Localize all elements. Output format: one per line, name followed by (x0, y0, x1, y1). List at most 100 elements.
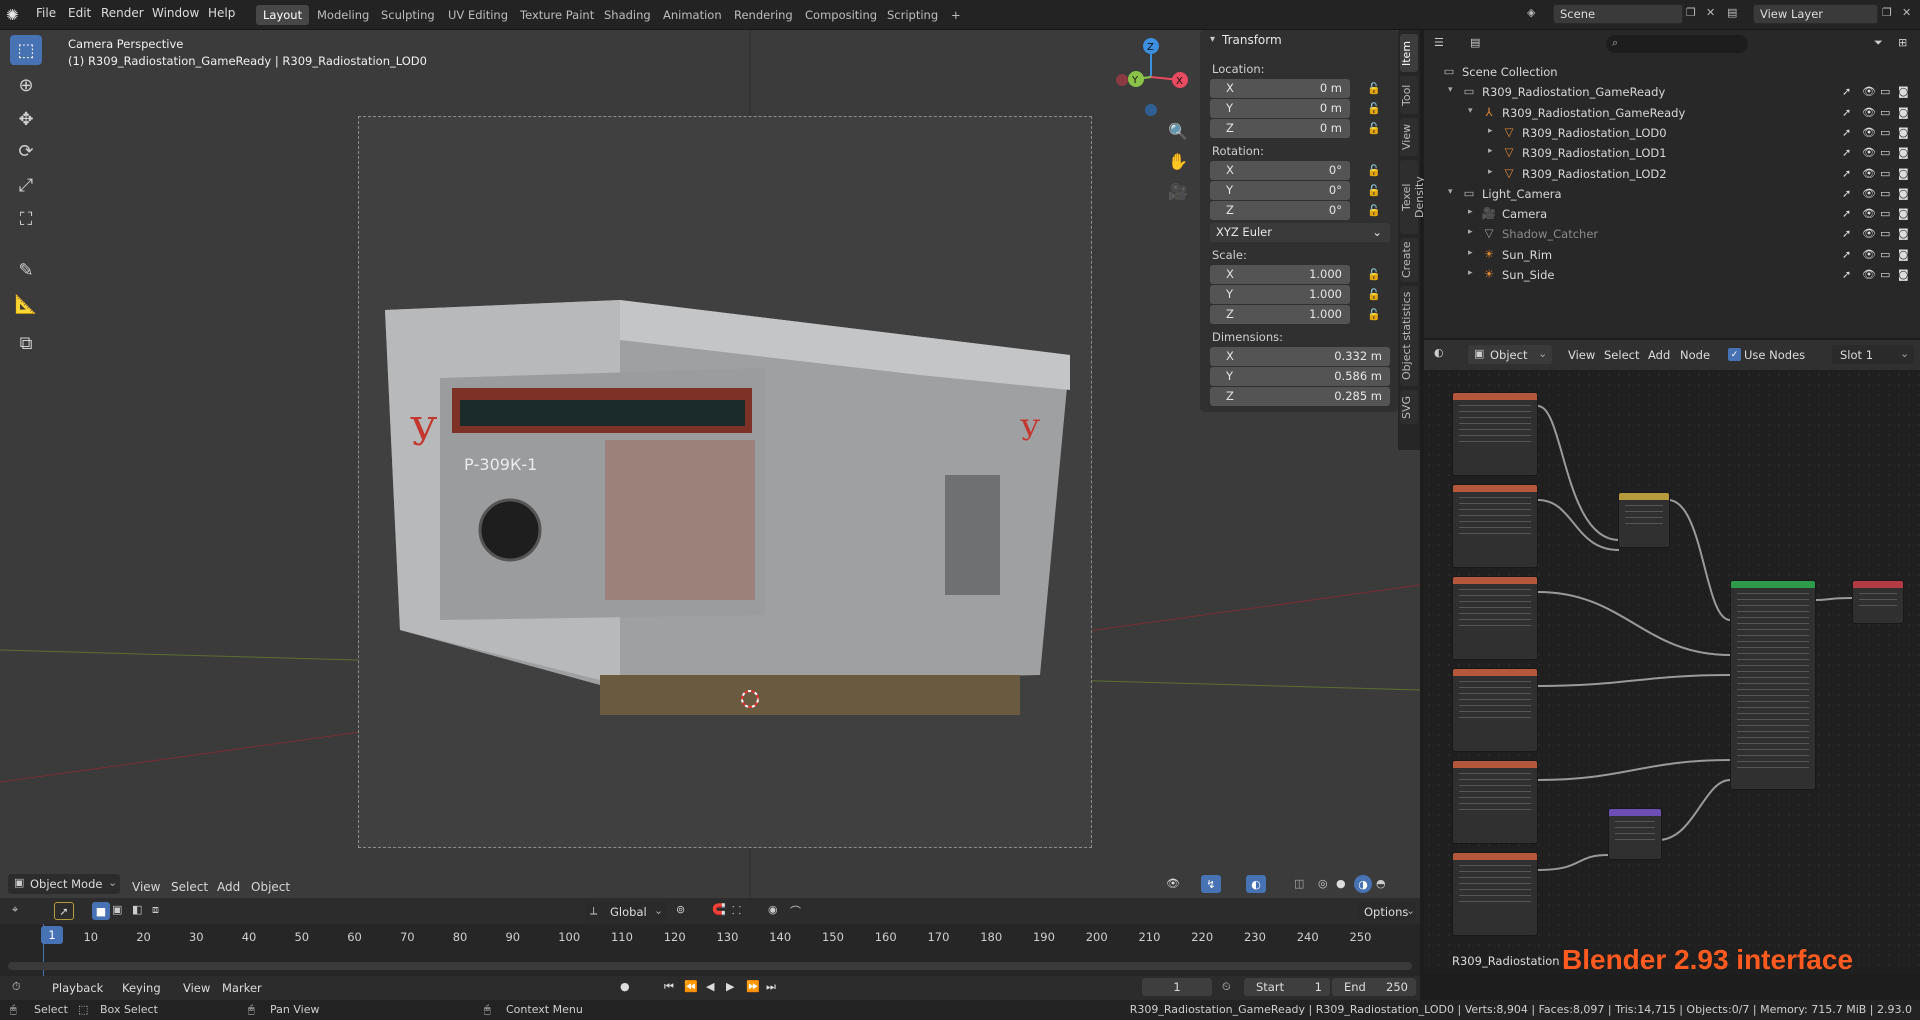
disclosure-icon[interactable]: ▾ (1448, 187, 1453, 197)
eye-icon[interactable]: 👁 (1862, 227, 1876, 240)
annotate-tool-icon[interactable]: ✎ (10, 255, 42, 285)
tab-tool[interactable]: Tool (1400, 76, 1418, 114)
select-arrow-icon[interactable]: ➚ (1842, 167, 1851, 180)
transform-tool-icon[interactable]: ⛶ (10, 204, 42, 234)
camera-view-icon[interactable]: 🎥 (1165, 178, 1191, 204)
scene-icon[interactable]: ◈ (1527, 6, 1535, 19)
disclosure-icon[interactable]: ▸ (1488, 126, 1493, 136)
lock-icon[interactable]: 🔓 (1367, 288, 1381, 301)
camera-render-icon[interactable]: ◙ (1898, 248, 1909, 261)
proportional-edit-icon[interactable]: ◉ (768, 903, 778, 916)
rotation-y-field[interactable]: Y 0° (1210, 181, 1350, 200)
outliner-row[interactable]: ▾ ▭ R309_Radiostation_GameReady ➚ 👁 ▭ ◙ (1424, 82, 1920, 102)
gizmo-toggle-icon[interactable]: ↯ (1201, 875, 1221, 893)
tab-object-statistics[interactable]: Object statistics (1400, 286, 1418, 386)
eye-icon[interactable]: 👁 (1862, 146, 1876, 159)
prev-keyframe-icon[interactable]: ⏪ (684, 980, 698, 993)
outliner-row[interactable]: ▸ ▽ R309_Radiostation_LOD2 ➚ 👁 ▭ ◙ (1424, 164, 1920, 184)
disclosure-icon[interactable]: ▸ (1468, 207, 1473, 217)
close-icon[interactable]: ✕ (1706, 6, 1715, 19)
lock-icon[interactable]: 🔓 (1367, 122, 1381, 135)
transform-orientation-dropdown[interactable]: ⟂ Global ⌄ (586, 902, 666, 921)
mode-dropdown[interactable]: ▣ Object Mode ⌄ (8, 874, 120, 894)
material-shading-icon[interactable]: ◑ (1354, 875, 1372, 893)
rendered-shading-icon[interactable]: ◓ (1376, 877, 1386, 890)
select-arrow-icon[interactable]: ➚ (1842, 85, 1851, 98)
navigation-gizmo[interactable]: Z X Y (1108, 34, 1194, 120)
pan-hand-icon[interactable]: ✋ (1165, 148, 1191, 174)
tab-animation[interactable]: Animation (656, 5, 729, 25)
radiostation-model[interactable]: У У Р-309К-1 (380, 280, 1080, 740)
mix-rgb-node[interactable] (1618, 492, 1670, 548)
monitor-icon[interactable]: ▭ (1880, 146, 1890, 159)
disclosure-icon[interactable]: ▸ (1468, 268, 1473, 278)
rotate-tool-icon[interactable]: ⟳ (10, 136, 42, 166)
add-workspace-button[interactable]: + (944, 5, 968, 25)
dimensions-y-field[interactable]: Y 0.586 m (1210, 367, 1390, 386)
tab-layout[interactable]: Layout (256, 5, 310, 25)
scale-y-field[interactable]: Y 1.000 (1210, 285, 1350, 304)
menu-object[interactable]: Object (251, 880, 290, 894)
mode-new-icon[interactable]: ■ (92, 902, 110, 920)
shader-menu-select[interactable]: Select (1604, 348, 1639, 362)
tab-item[interactable]: Item (1400, 34, 1418, 72)
copy-icon[interactable]: ❐ (1686, 6, 1696, 19)
mode-intersect-icon[interactable]: ⧈ (152, 903, 159, 917)
monitor-icon[interactable]: ▭ (1880, 167, 1890, 180)
end-frame-field[interactable]: End 250 (1332, 978, 1416, 996)
clock-icon[interactable]: ⏲ (1222, 980, 1231, 994)
principled-bsdf-node[interactable] (1730, 580, 1816, 790)
cursor-tool-icon[interactable]: ⊕ (10, 70, 42, 100)
dimensions-z-field[interactable]: Z 0.285 m (1210, 387, 1390, 406)
copy-icon[interactable]: ❐ (1882, 6, 1892, 19)
monitor-icon[interactable]: ▭ (1880, 207, 1890, 220)
eye-icon[interactable]: 👁 (1862, 248, 1876, 261)
lock-icon[interactable]: 🔓 (1367, 268, 1381, 281)
next-keyframe-icon[interactable]: ⏩ (746, 980, 760, 993)
tab-view[interactable]: View (1400, 118, 1418, 156)
tab-uv-editing[interactable]: UV Editing (441, 5, 515, 25)
outliner-row[interactable]: ▸ ▽ R309_Radiostation_LOD0 ➚ 👁 ▭ ◙ (1424, 123, 1920, 143)
tab-texel-density[interactable]: Texel Density (1400, 160, 1426, 234)
image-texture-node[interactable] (1452, 392, 1538, 476)
scale-tool-icon[interactable]: ⤢ (10, 170, 42, 200)
image-texture-node[interactable] (1452, 576, 1538, 660)
tab-compositing[interactable]: Compositing (798, 5, 884, 25)
image-texture-node[interactable] (1452, 852, 1538, 936)
shader-menu-add[interactable]: Add (1648, 348, 1670, 362)
camera-render-icon[interactable]: ◙ (1898, 106, 1909, 119)
tab-modeling[interactable]: Modeling (310, 5, 376, 25)
disclosure-icon[interactable]: ▾ (1448, 85, 1453, 95)
display-mode-icon[interactable]: ▤ (1470, 36, 1480, 49)
options-dropdown[interactable]: Options ⌄ (1358, 902, 1416, 921)
lock-icon[interactable]: 🔓 (1367, 308, 1381, 321)
record-icon[interactable]: ● (620, 980, 630, 993)
image-texture-node[interactable] (1452, 668, 1538, 752)
tab-scripting[interactable]: Scripting (880, 5, 945, 25)
shader-editor[interactable]: R309_Radiostation Blender 2.93 interface (1424, 340, 1920, 975)
rotation-z-field[interactable]: Z 0° (1210, 201, 1350, 220)
slot-dropdown[interactable]: Slot 1 ⌄ (1832, 345, 1914, 364)
shader-editor-icon[interactable]: ◐ (1434, 346, 1444, 359)
outliner-row[interactable]: ▸ ▽ Shadow_Catcher ➚ 👁 ▭ ◙ (1424, 224, 1920, 244)
new-collection-icon[interactable]: ⊞ (1898, 36, 1907, 49)
outliner-row[interactable]: ▸ ☀ Sun_Rim ➚ 👁 ▭ ◙ (1424, 245, 1920, 265)
solid-shading-icon[interactable]: ● (1336, 877, 1346, 890)
eye-icon[interactable]: 👁 (1862, 167, 1876, 180)
close-icon[interactable]: ✕ (1902, 6, 1911, 19)
menu-file[interactable]: File (36, 6, 56, 20)
eye-icon[interactable]: 👁 (1862, 268, 1876, 281)
scene-field[interactable]: Scene (1553, 4, 1683, 24)
disclosure-icon[interactable]: ▸ (1488, 146, 1493, 156)
menu-add[interactable]: Add (217, 880, 240, 894)
rotation-mode-dropdown[interactable]: XYZ Euler ⌄ (1210, 223, 1390, 242)
pivot-icon[interactable]: ⊚ (676, 903, 685, 916)
snap-icon[interactable]: 🧲 (712, 903, 726, 916)
panel-collapse-icon[interactable]: ▾ (1210, 34, 1215, 45)
lock-icon[interactable]: 🔓 (1367, 184, 1381, 197)
menu-view[interactable]: View (132, 880, 160, 894)
monitor-icon[interactable]: ▭ (1880, 227, 1890, 240)
playhead-current-frame[interactable]: 1 (41, 926, 63, 944)
location-z-field[interactable]: Z0 m (1210, 119, 1350, 138)
view-layer-field[interactable]: View Layer (1753, 4, 1878, 24)
